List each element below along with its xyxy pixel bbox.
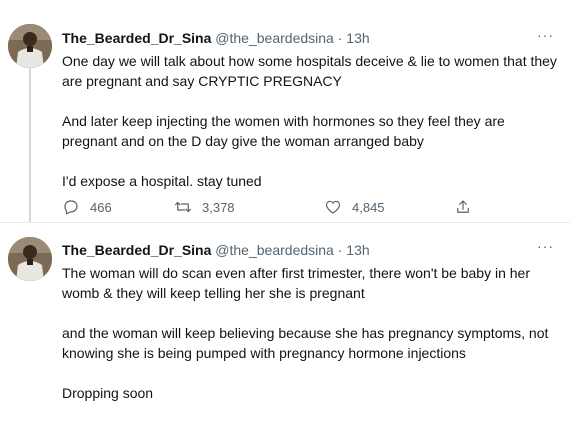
avatar[interactable] [8, 237, 52, 281]
timestamp[interactable]: 13h [346, 30, 369, 46]
more-icon[interactable]: ··· [537, 238, 554, 254]
separator-dot: · [337, 242, 343, 258]
author-name[interactable]: The_Bearded_Dr_Sina [62, 30, 211, 46]
tweet-paragraph: And later keep injecting the women with … [62, 113, 505, 149]
thread-connector-line [29, 66, 31, 222]
author-handle[interactable]: @the_beardedsina [215, 30, 334, 46]
retweet-icon [174, 201, 192, 213]
tweet-paragraph: and the woman will keep believing becaus… [62, 325, 549, 361]
separator-dot: · [337, 30, 343, 46]
tweet-header: The_Bearded_Dr_Sina @the_beardedsina · 1… [62, 29, 370, 47]
heart-icon [325, 200, 341, 214]
reply-button[interactable]: 466 [62, 198, 112, 216]
share-button[interactable] [454, 198, 472, 216]
like-button[interactable]: 4,845 [324, 198, 385, 216]
avatar[interactable] [8, 24, 52, 68]
avatar-photo [8, 24, 52, 68]
tweet-text: The woman will do scan even after first … [62, 263, 558, 403]
reply-icon [64, 200, 78, 215]
tweet-text: One day we will talk about how some hosp… [62, 51, 558, 191]
timestamp[interactable]: 13h [346, 242, 369, 258]
author-name[interactable]: The_Bearded_Dr_Sina [62, 242, 211, 258]
like-count: 4,845 [352, 199, 385, 215]
avatar-photo [8, 237, 52, 281]
author-handle[interactable]: @the_beardedsina [215, 242, 334, 258]
tweet-paragraph: Dropping soon [62, 385, 154, 401]
tweet-paragraph: One day we will talk about how some hosp… [62, 53, 557, 89]
retweet-count: 3,378 [202, 199, 235, 215]
tweet-2[interactable]: The_Bearded_Dr_Sina @the_beardedsina · 1… [0, 223, 570, 427]
tweet-actions: 466 3,378 4,845 [62, 198, 482, 218]
tweet-1[interactable]: The_Bearded_Dr_Sina @the_beardedsina · 1… [0, 0, 570, 223]
tweet-paragraph: I'd expose a hospital. stay tuned [62, 173, 262, 189]
share-icon [457, 200, 469, 213]
tweet-paragraph: The woman will do scan even after first … [62, 265, 531, 301]
tweet-header: The_Bearded_Dr_Sina @the_beardedsina · 1… [62, 241, 370, 259]
retweet-button[interactable]: 3,378 [174, 198, 235, 216]
more-icon[interactable]: ··· [537, 27, 554, 43]
reply-count: 466 [90, 199, 112, 215]
